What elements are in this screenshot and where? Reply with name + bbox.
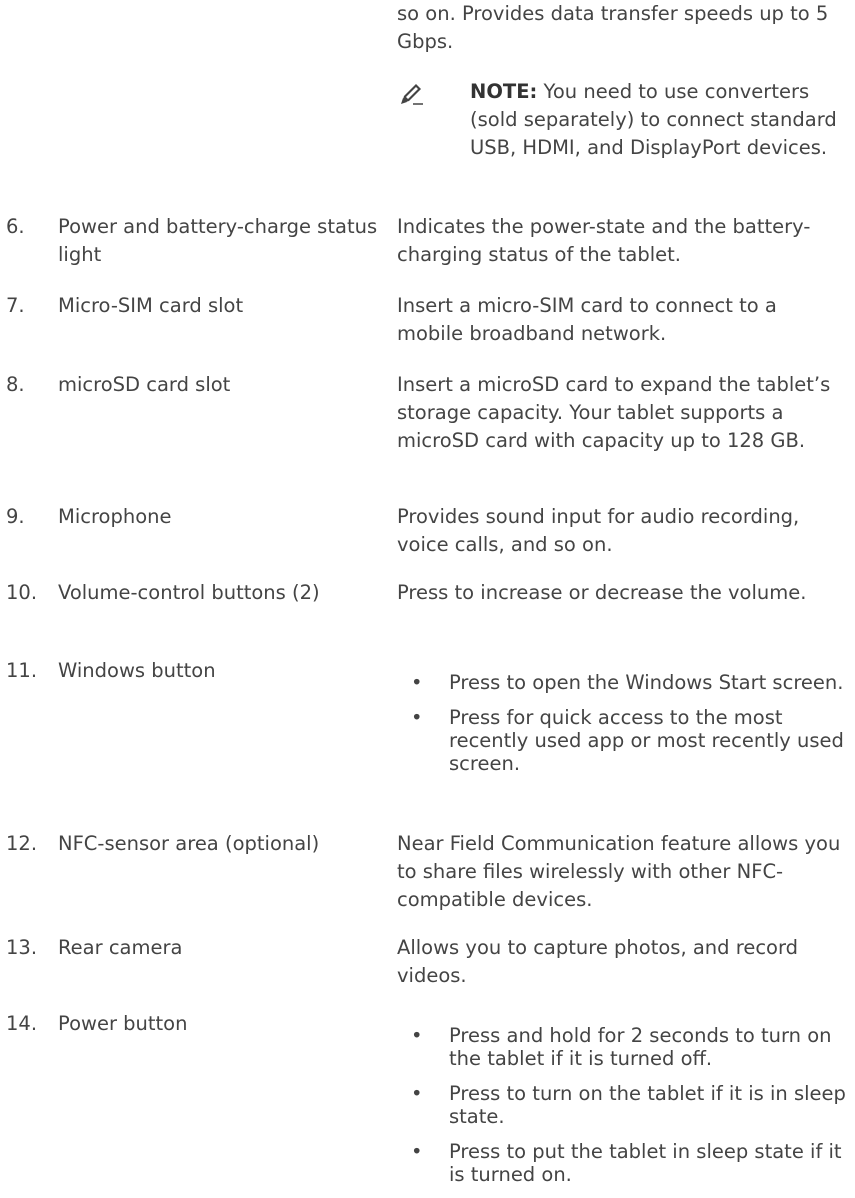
bullet-dot: • (411, 1140, 423, 1163)
item-term: Micro-SIM card slot (58, 294, 244, 317)
item-term: Power and battery-charge status light (58, 215, 378, 266)
bullet-dot: • (411, 671, 423, 694)
item-description: Near Field Communication feature allows … (397, 832, 841, 911)
item-number: 10. (6, 581, 38, 604)
document-page: so on. Provides data transfer speeds up … (0, 0, 855, 1186)
item-description: Insert a micro-SIM card to connect to a … (397, 294, 777, 345)
list-item: 13. Rear camera Allows you to capture ph… (0, 934, 855, 994)
item-term: Windows button (58, 659, 216, 682)
item-bullets: • Press and hold for 2 seconds to turn on… (397, 1024, 847, 1198)
list-item: 8. microSD card slot Insert a microSD ca… (0, 371, 855, 486)
pencil-note-icon (399, 80, 425, 106)
item-term: Microphone (58, 505, 172, 528)
list-item: 6. Power and battery-charge status light… (0, 213, 855, 273)
item-number: 6. (6, 215, 25, 238)
bullet-dot: • (411, 1024, 423, 1047)
item-number: 12. (6, 832, 38, 855)
bullet-text: Press to turn on the tablet if it is in … (449, 1082, 846, 1128)
bullet-text: Press to put the tablet in sleep state i… (449, 1140, 842, 1186)
list-item: 12. NFC-sensor area (optional) Near Fiel… (0, 830, 855, 920)
item-number: 11. (6, 659, 38, 682)
item-description: Indicates the power-state and the batter… (397, 215, 811, 266)
note-box: NOTE: You need to use converters (sold s… (397, 78, 847, 198)
bullet-list: • Press and hold for 2 seconds to turn on… (397, 1024, 847, 1186)
item-number: 9. (6, 505, 25, 528)
bullet-item: • Press to open the Windows Start screen. (397, 671, 847, 694)
item-term: Power button (58, 1012, 188, 1035)
bullet-text: Press to open the Windows Start screen. (449, 671, 844, 694)
intro-text: so on. Provides data transfer speeds up … (397, 2, 829, 53)
item-number: 8. (6, 373, 25, 396)
list-item: 7. Micro-SIM card slot Insert a micro-SI… (0, 292, 855, 352)
item-description: Provides sound input for audio recording… (397, 505, 800, 556)
note-text: NOTE: You need to use converters (sold s… (470, 78, 850, 162)
item-term: Rear camera (58, 936, 183, 959)
item-bullets: • Press to open the Windows Start screen.… (397, 671, 847, 787)
list-item: 9. Microphone Provides sound input for a… (0, 503, 855, 563)
item-number: 14. (6, 1012, 38, 1035)
bullet-item: • Press to put the tablet in sleep state … (397, 1140, 847, 1186)
bullet-text: Press for quick access to the most recen… (449, 706, 844, 775)
item-number: 13. (6, 936, 38, 959)
list-item: 10. Volume-control buttons (2) Press to … (0, 579, 855, 639)
item-term: microSD card slot (58, 373, 231, 396)
item-description: Allows you to capture photos, and record… (397, 936, 799, 987)
bullet-item: • Press to turn on the tablet if it is in… (397, 1082, 847, 1128)
item-term: NFC-sensor area (optional) (58, 832, 320, 855)
bullet-item: • Press and hold for 2 seconds to turn on… (397, 1024, 847, 1070)
item-description: Press to increase or decrease the volume… (397, 581, 807, 604)
list-item: 11. Windows button • Press to open the Wi… (0, 657, 855, 807)
bullet-text: Press and hold for 2 seconds to turn on … (449, 1024, 832, 1070)
item-term: Volume-control buttons (2) (58, 581, 320, 604)
bullet-list: • Press to open the Windows Start screen.… (397, 671, 847, 775)
list-item: 14. Power button • Press and hold for 2 s… (0, 1010, 855, 1186)
item-description: Insert a microSD card to expand the tabl… (397, 373, 831, 452)
bullet-item: • Press for quick access to the most rece… (397, 706, 847, 775)
item-number: 7. (6, 294, 25, 317)
note-label: NOTE: (470, 80, 538, 103)
bullet-dot: • (411, 1082, 423, 1105)
bullet-dot: • (411, 706, 423, 729)
